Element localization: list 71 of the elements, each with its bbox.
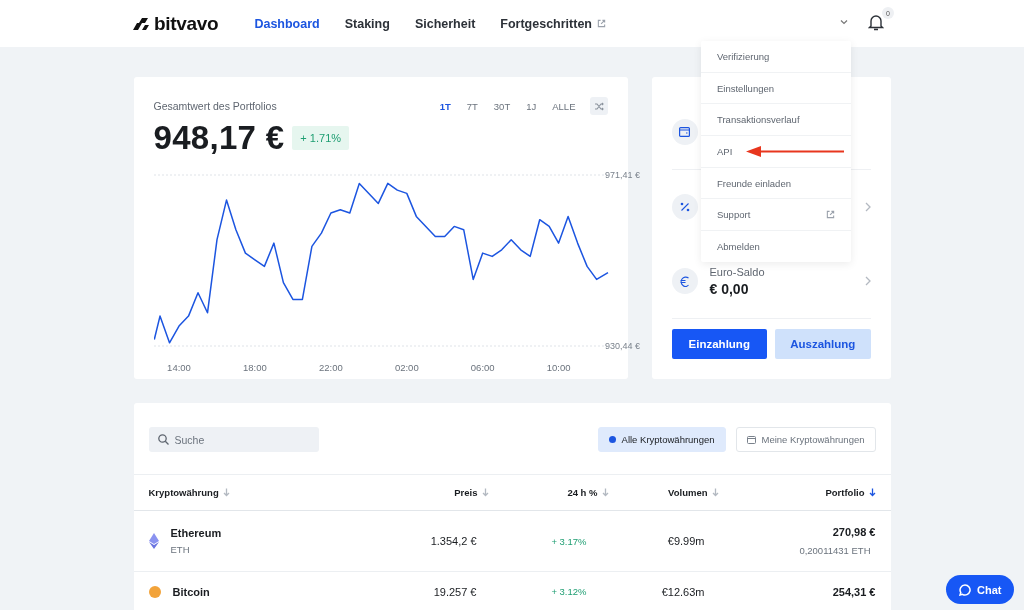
time-range-tab[interactable]: 30T bbox=[487, 98, 517, 114]
time-range-tab[interactable]: 1T bbox=[433, 98, 457, 114]
filter-button[interactable]: Meine Kryptowährungen bbox=[735, 427, 876, 452]
portfolio-title: Gesamtwert des Portfolios bbox=[153, 100, 277, 112]
menu-item[interactable]: Verifizierung bbox=[701, 41, 851, 73]
time-range-tab[interactable]: ALLE bbox=[546, 98, 582, 114]
sort-arrow-icon bbox=[601, 488, 609, 497]
price-cell-text: 1.354,2 € bbox=[429, 535, 478, 547]
menu-item[interactable]: Einstellungen bbox=[701, 72, 851, 105]
price-cell-text: 19.257 € bbox=[432, 586, 478, 598]
logo-icon bbox=[133, 17, 149, 30]
coin-icon bbox=[148, 586, 161, 598]
menu-item[interactable]: API bbox=[701, 136, 851, 168]
diamond-coin-icon bbox=[148, 533, 159, 549]
coin-name: Bitcoin bbox=[172, 586, 210, 598]
column-header[interactable]: Volumen bbox=[668, 487, 708, 498]
x-axis-label: 02:00 bbox=[394, 362, 419, 373]
nav-link[interactable]: Sicherheit bbox=[414, 16, 476, 31]
column-header[interactable]: Kryptowährung bbox=[148, 487, 219, 498]
menu-item[interactable]: Freunde einladen bbox=[701, 167, 851, 200]
balance-label: Euro-Saldo bbox=[709, 265, 766, 278]
menu-item[interactable]: Transaktionsverlauf bbox=[701, 104, 851, 137]
nav-link[interactable]: Fortgeschritten bbox=[500, 16, 606, 31]
x-axis-label: 22:00 bbox=[318, 362, 343, 373]
bell-icon[interactable] bbox=[868, 13, 884, 31]
coin-symbol: ETH bbox=[170, 544, 191, 555]
y-axis-label: 930,44 € bbox=[604, 341, 640, 351]
coin-name: Ethereum bbox=[170, 527, 222, 539]
x-axis-label: 14:00 bbox=[166, 362, 191, 373]
sort-arrow-icon bbox=[222, 488, 230, 497]
volume-cell-text: €9.99m bbox=[666, 535, 706, 547]
filter-button[interactable]: Alle Kryptowährungen bbox=[597, 427, 726, 452]
wallet-icon bbox=[679, 127, 690, 137]
menu-item[interactable]: Support bbox=[701, 199, 851, 232]
time-range-tab[interactable]: 7T bbox=[460, 98, 484, 114]
portfolio-value-cell: 270,98 € bbox=[832, 526, 876, 538]
chevron-down-icon[interactable] bbox=[840, 19, 848, 25]
change-cell-text: + 3.17% bbox=[550, 535, 588, 547]
change-badge: + 1.71% bbox=[292, 126, 350, 150]
wallet-icon bbox=[746, 435, 756, 444]
compare-button[interactable] bbox=[589, 97, 608, 115]
deposit-button[interactable]: Einzahlung bbox=[671, 329, 767, 359]
search-field[interactable]: Suche bbox=[148, 427, 319, 452]
column-header[interactable]: Preis bbox=[454, 487, 478, 498]
column-header[interactable]: 24 h % bbox=[567, 487, 598, 498]
speech-bubble-icon bbox=[959, 583, 971, 596]
nav-link[interactable]: Dashboard bbox=[254, 16, 320, 31]
time-range-tab[interactable]: 1J bbox=[520, 98, 543, 114]
portfolio-value: 948,17 € bbox=[153, 119, 285, 157]
sort-arrow-icon bbox=[711, 488, 719, 497]
sort-arrow-icon bbox=[481, 488, 489, 497]
column-header[interactable]: Portfolio bbox=[825, 487, 865, 498]
dot-icon bbox=[608, 436, 616, 443]
euro-icon bbox=[679, 275, 690, 287]
holding-amount: 0,20011431 ETH bbox=[799, 545, 872, 556]
chat-button[interactable]: Chat bbox=[946, 575, 1015, 604]
change-cell-text: + 3.12% bbox=[550, 586, 588, 597]
menu-item[interactable]: Abmelden bbox=[701, 231, 851, 262]
withdraw-button[interactable]: Auszahlung bbox=[775, 329, 871, 359]
percent-icon bbox=[679, 202, 690, 212]
x-axis-label: 10:00 bbox=[546, 362, 571, 373]
x-axis-label: 18:00 bbox=[242, 362, 267, 373]
portfolio-value-cell: 254,31 € bbox=[832, 586, 876, 598]
nav-link[interactable]: Staking bbox=[344, 16, 390, 31]
sort-arrow-icon bbox=[868, 488, 876, 497]
y-axis-label: 971,41 € bbox=[604, 170, 640, 180]
x-axis-label: 06:00 bbox=[470, 362, 495, 373]
volume-cell-text: €12.63m bbox=[660, 586, 706, 598]
logo-text: bitvavo bbox=[154, 12, 219, 35]
balance-amount: € 0,00 bbox=[709, 280, 750, 297]
shuffle-icon bbox=[593, 101, 604, 111]
